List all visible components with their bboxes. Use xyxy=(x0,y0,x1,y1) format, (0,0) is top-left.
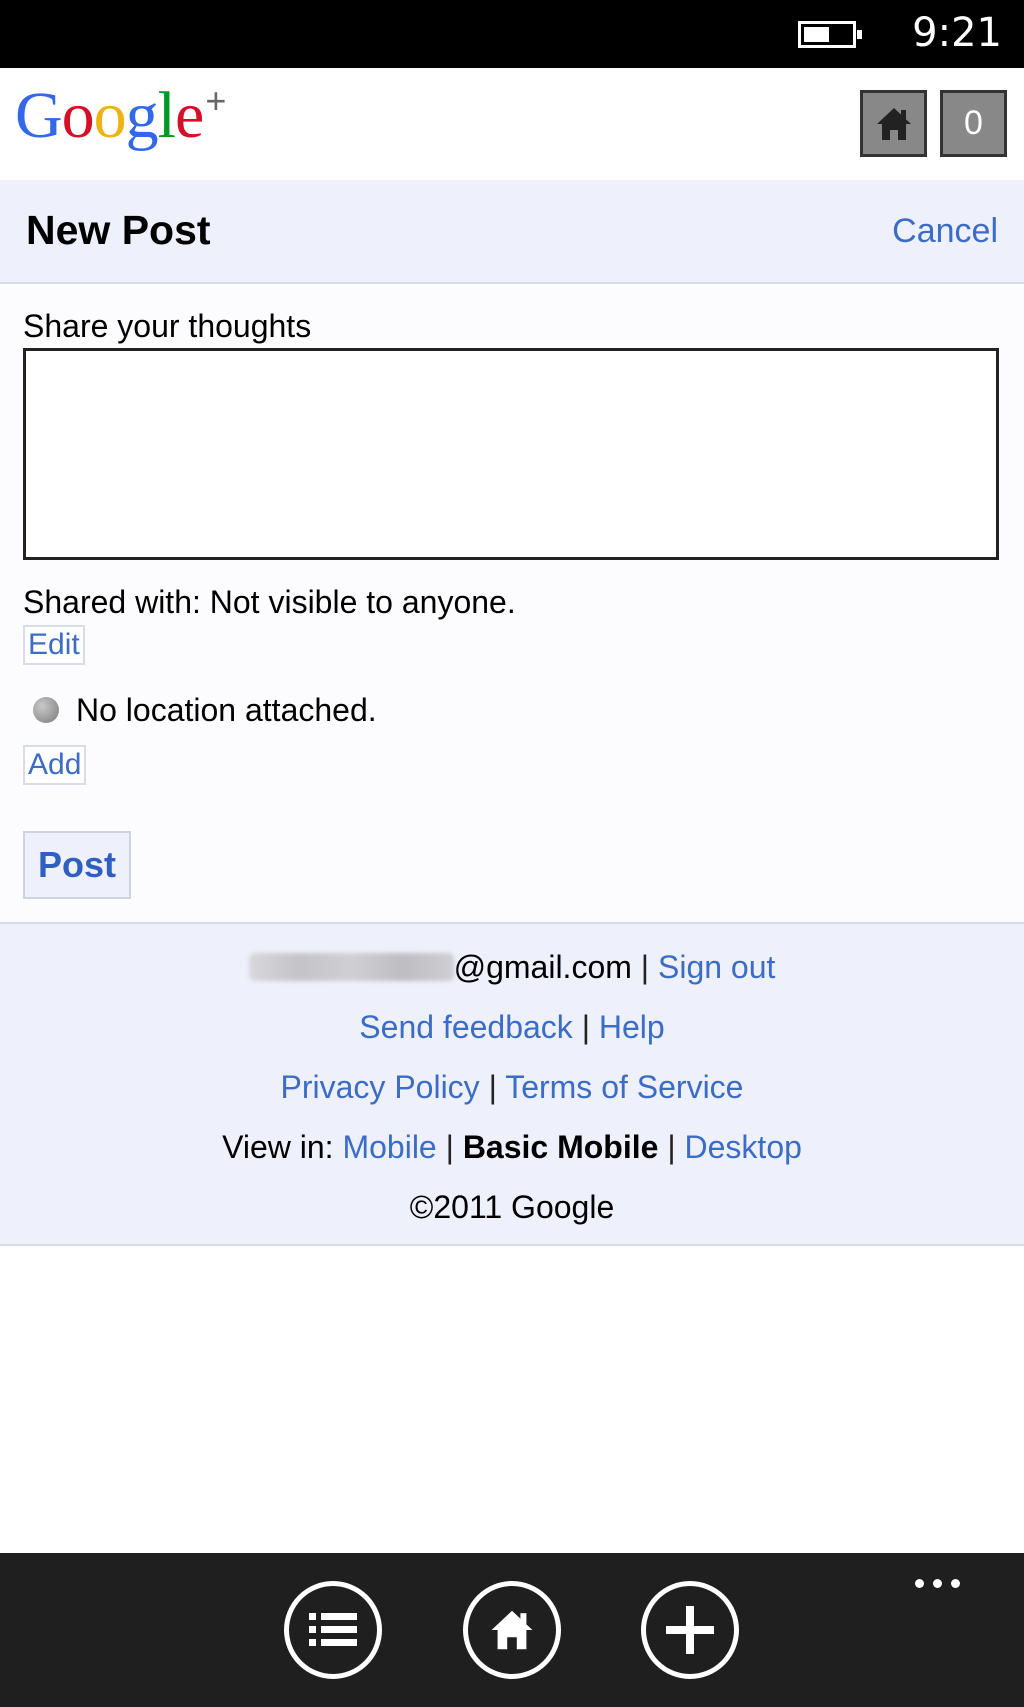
desktop-view-link[interactable]: Desktop xyxy=(685,1129,802,1165)
redacted-username xyxy=(248,953,454,981)
google-plus-logo[interactable]: Google+ xyxy=(15,78,226,154)
clock: 9:21 xyxy=(912,10,1002,56)
account-row: @gmail.com | Sign out xyxy=(0,947,1024,987)
support-row: Send feedback | Help xyxy=(359,1009,665,1045)
list-button[interactable] xyxy=(284,1581,382,1679)
help-link[interactable]: Help xyxy=(599,1009,665,1045)
basic-mobile-current: Basic Mobile xyxy=(462,1129,659,1165)
add-location-button[interactable]: Add xyxy=(23,745,87,785)
more-icon[interactable] xyxy=(915,1579,960,1588)
add-icon xyxy=(666,1606,714,1654)
post-button[interactable]: Post xyxy=(23,831,131,899)
share-label: Share your thoughts xyxy=(23,308,312,344)
legal-row: Privacy Policy | Terms of Service xyxy=(280,1069,744,1105)
send-feedback-link[interactable]: Send feedback xyxy=(359,1009,573,1045)
list-icon xyxy=(309,1613,357,1646)
sign-out-link[interactable]: Sign out xyxy=(658,949,775,985)
home-button[interactable] xyxy=(860,90,927,157)
status-bar: 9:21 xyxy=(0,0,1024,68)
home-icon xyxy=(876,107,911,140)
location-dot-icon xyxy=(33,697,59,723)
home-app-button[interactable] xyxy=(463,1581,561,1679)
battery-icon xyxy=(798,21,862,48)
location-text: No location attached. xyxy=(76,692,377,728)
notifications-button[interactable]: 0 xyxy=(940,90,1007,157)
view-in-label: View in: xyxy=(222,1129,334,1165)
copyright: ©2011 Google xyxy=(409,1189,615,1225)
privacy-policy-link[interactable]: Privacy Policy xyxy=(281,1069,480,1105)
app-bar xyxy=(0,1553,1024,1707)
edit-sharing-button[interactable]: Edit xyxy=(23,625,85,665)
shared-with-text: Shared with: Not visible to anyone. xyxy=(23,584,516,620)
footer: @gmail.com | Sign out Send feedback | He… xyxy=(0,922,1024,1246)
page-title: New Post xyxy=(26,207,211,253)
header: Google+ 0 xyxy=(0,68,1024,180)
new-post-app-button[interactable] xyxy=(641,1581,739,1679)
view-in-row: View in: Mobile | Basic Mobile | Desktop xyxy=(222,1129,802,1165)
mobile-view-link[interactable]: Mobile xyxy=(342,1129,436,1165)
cancel-link[interactable]: Cancel xyxy=(892,212,998,251)
terms-link[interactable]: Terms of Service xyxy=(505,1069,743,1105)
new-post-form: Share your thoughts Shared with: Not vis… xyxy=(0,286,1024,922)
notification-count: 0 xyxy=(964,104,983,142)
email-suffix: @gmail.com xyxy=(453,949,632,985)
post-textarea[interactable] xyxy=(23,348,999,560)
title-bar: New Post Cancel xyxy=(0,180,1024,284)
home-icon xyxy=(491,1610,533,1650)
